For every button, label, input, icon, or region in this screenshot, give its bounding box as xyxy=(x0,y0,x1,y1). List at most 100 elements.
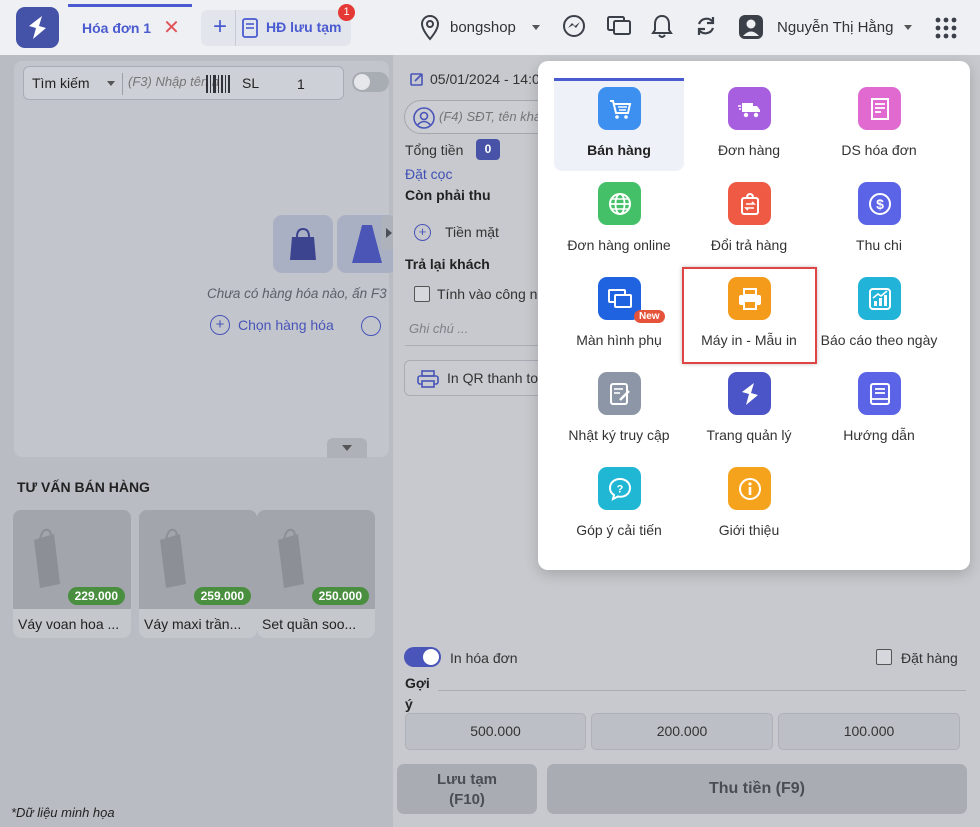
choose-products-button[interactable]: + Chọn hàng hóa xyxy=(210,315,334,335)
print-qr-button[interactable]: In QR thanh toán xyxy=(404,360,554,396)
apps-grid-icon[interactable] xyxy=(935,17,957,39)
shop-chevron-down-icon[interactable] xyxy=(532,25,540,30)
product-price: 229.000 xyxy=(67,587,125,605)
user-name[interactable]: Nguyễn Thị Hằng xyxy=(777,19,893,36)
remaining-label: Còn phải thu xyxy=(405,187,491,203)
menu-item-invoice-list[interactable]: DS hóa đơn xyxy=(814,78,944,171)
app-logo-icon[interactable] xyxy=(16,7,59,48)
menu-item-label: DS hóa đơn xyxy=(841,142,917,158)
plus-circle-icon: + xyxy=(210,315,230,335)
shop-selector[interactable]: bongshop xyxy=(450,19,516,36)
customer-search-input[interactable] xyxy=(439,109,539,124)
menu-item-online-orders[interactable]: Đơn hàng online xyxy=(554,173,684,266)
qr-printer-icon xyxy=(417,370,439,388)
menu-item-label: Đơn hàng online xyxy=(567,237,671,253)
invoice-list-icon xyxy=(858,87,901,130)
order-date-text: 05/01/2024 - 14:0 xyxy=(430,71,540,87)
customer-search-field[interactable] xyxy=(404,100,554,134)
bag-placeholder-icon xyxy=(160,528,186,588)
bell-icon[interactable] xyxy=(651,14,673,40)
order-date[interactable]: 05/01/2024 - 14:0 xyxy=(410,71,540,87)
amount-suggest-button[interactable]: 500.000 xyxy=(405,713,586,750)
messenger-icon[interactable] xyxy=(562,14,586,38)
management-logo-icon xyxy=(728,372,771,415)
chart-report-icon xyxy=(858,277,901,320)
svg-text:$: $ xyxy=(876,196,884,212)
menu-item-access-log[interactable]: Nhật ký truy cập xyxy=(554,363,684,456)
place-order-label: Đặt hàng xyxy=(901,650,958,666)
print-invoice-toggle[interactable] xyxy=(404,647,441,667)
saved-count-badge: 1 xyxy=(338,4,355,21)
deposit-link[interactable]: Đặt cọc xyxy=(405,166,452,182)
suggestion-section-title: TƯ VẤN BÁN HÀNG xyxy=(17,479,150,495)
placeholder-bag-image xyxy=(273,215,333,273)
tab-group: + HĐ lưu tạm xyxy=(201,10,351,46)
search-mode-select[interactable]: Tìm kiếm xyxy=(32,75,90,91)
menu-item-orders[interactable]: Đơn hàng xyxy=(684,78,814,171)
user-chevron-down-icon[interactable] xyxy=(904,25,912,30)
add-tab-icon[interactable]: + xyxy=(208,13,232,41)
close-tab-icon[interactable]: ✕ xyxy=(163,18,180,38)
menu-item-about[interactable]: Giới thiệu xyxy=(684,458,814,551)
note-underline xyxy=(405,345,545,346)
collapse-panel-icon[interactable] xyxy=(327,438,367,458)
menu-item-label: Bán hàng xyxy=(587,142,651,158)
print-invoice-label: In hóa đơn xyxy=(450,650,518,666)
debt-label: Tính vào công nợ xyxy=(437,286,547,302)
menu-item-returns[interactable]: Đổi trả hàng xyxy=(684,173,814,266)
total-label: Tổng tiền xyxy=(405,142,464,158)
menu-item-feedback[interactable]: ? Góp ý cải tiến xyxy=(554,458,684,551)
menu-item-label: Thu chi xyxy=(856,237,902,253)
saved-invoice-icon xyxy=(242,18,258,38)
svg-text:?: ? xyxy=(617,484,624,496)
location-pin-icon xyxy=(420,15,440,41)
tab-saved-label[interactable]: HĐ lưu tạm xyxy=(266,19,341,35)
multi-add-toggle[interactable] xyxy=(352,72,389,92)
place-order-checkbox[interactable] xyxy=(876,649,892,665)
amount-suggest-button[interactable]: 200.000 xyxy=(591,713,773,750)
feedback-question-icon: ? xyxy=(598,467,641,510)
menu-item-label: Nhật ký truy cập xyxy=(568,427,670,443)
menu-item-management[interactable]: Trang quản lý xyxy=(684,363,814,456)
cash-radio[interactable]: + xyxy=(414,224,431,241)
product-card[interactable]: 259.000 Váy maxi trần... xyxy=(139,510,257,638)
suggest-label-cont: ý xyxy=(405,696,413,712)
dollar-coin-icon: $ xyxy=(858,182,901,225)
cart-icon xyxy=(598,87,641,130)
printer-menu-highlight xyxy=(682,267,817,364)
product-card[interactable]: 229.000 Váy voan hoa ... xyxy=(13,510,131,638)
debt-checkbox[interactable] xyxy=(414,286,430,302)
amount-suggest-button[interactable]: 100.000 xyxy=(778,713,960,750)
barcode-icon[interactable] xyxy=(205,74,231,94)
menu-item-label: Đơn hàng xyxy=(717,142,781,158)
menu-item-label: Báo cáo theo ngày xyxy=(820,332,938,348)
menu-item-daily-report[interactable]: Báo cáo theo ngày xyxy=(814,268,944,361)
save-draft-button[interactable]: Lưu tạm (F10) xyxy=(397,764,537,814)
cash-label: Tiền mặt xyxy=(445,224,499,240)
product-card[interactable]: 250.000 Set quần soo... xyxy=(257,510,375,638)
menu-item-label: Đổi trả hàng xyxy=(710,237,788,253)
collect-payment-button[interactable]: Thu tiền (F9) xyxy=(547,764,967,814)
user-avatar-icon[interactable] xyxy=(738,14,764,40)
menu-item-secondary-screen[interactable]: New Màn hình phụ xyxy=(554,268,684,361)
menu-item-cashflow[interactable]: $ Thu chi xyxy=(814,173,944,266)
menu-item-label: Trang quản lý xyxy=(706,427,792,443)
menu-item-label: Giới thiệu xyxy=(718,522,780,538)
customer-avatar-icon xyxy=(413,107,435,129)
delivery-truck-icon xyxy=(728,87,771,130)
sync-icon[interactable] xyxy=(694,14,718,38)
monitor-icon[interactable] xyxy=(606,14,632,38)
tab-invoice-1[interactable]: Hóa đơn 1 ✕ xyxy=(68,4,192,49)
edit-date-icon xyxy=(410,73,423,86)
upload-icon[interactable] xyxy=(361,316,381,336)
refund-label: Trả lại khách xyxy=(405,256,490,272)
menu-item-sales[interactable]: Bán hàng xyxy=(554,78,684,171)
search-mode-chevron-icon[interactable] xyxy=(107,81,115,86)
quantity-input[interactable]: 1 xyxy=(297,76,305,92)
note-input[interactable]: Ghi chú ... xyxy=(409,321,468,336)
save-draft-shortcut: (F10) xyxy=(449,791,485,808)
guide-book-icon xyxy=(858,372,901,415)
top-bar: Hóa đơn 1 ✕ + HĐ lưu tạm 1 bongshop Nguy… xyxy=(0,0,980,55)
empty-cart-text: Chưa có hàng hóa nào, ấn F3 xyxy=(207,286,387,301)
menu-item-guide[interactable]: Hướng dẫn xyxy=(814,363,944,456)
